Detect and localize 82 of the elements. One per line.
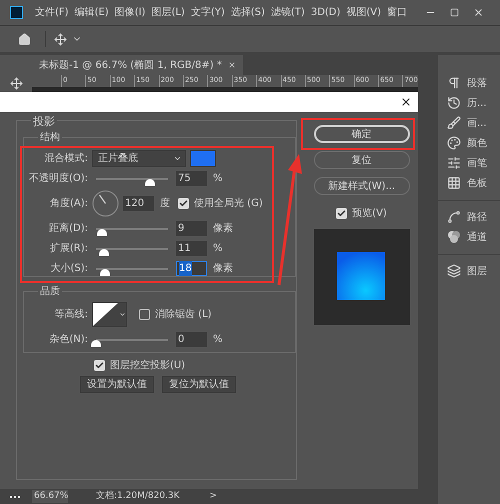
number-field[interactable]: 120: [123, 196, 154, 210]
default-value-button[interactable]: 复位为默认值: [162, 376, 236, 393]
field-label: 等高线:: [54, 308, 88, 322]
zoom-field[interactable]: 66.67%: [32, 490, 68, 504]
checkbox[interactable]: [139, 308, 150, 320]
move-tool-icon[interactable]: [10, 77, 22, 90]
checkbox[interactable]: [178, 198, 189, 208]
unit-label: %: [213, 172, 223, 186]
checkbox-label: 图层挖空投影(U): [110, 358, 186, 373]
menu-item[interactable]: 选择(S): [230, 5, 265, 20]
menu-item[interactable]: 文字(Y): [190, 5, 225, 20]
menu-item[interactable]: 窗口: [387, 5, 408, 20]
menu-item[interactable]: 3D(D): [310, 5, 340, 20]
layers-icon[interactable]: [447, 264, 461, 278]
checkbox[interactable]: [94, 360, 105, 371]
slider-thumb[interactable]: [100, 269, 110, 276]
palette-icon[interactable]: [447, 136, 461, 150]
document-info: 文档:1.20M/820.3K: [96, 490, 180, 503]
status-arrow[interactable]: >: [210, 490, 218, 504]
slider-thumb[interactable]: [98, 249, 109, 256]
document-tab[interactable]: 未标题-1 @ 66.7% (椭圆 1, RGB/8#) *: [32, 55, 243, 75]
dialog-button[interactable]: 新建样式(W)...: [314, 177, 410, 195]
checkbox-label: 使用全局光 (G): [194, 196, 263, 210]
menu-item[interactable]: 滤镜(T): [270, 5, 305, 20]
panel-label[interactable]: 画笔: [467, 156, 487, 170]
panel-label[interactable]: 颜色: [467, 136, 487, 150]
number-field[interactable]: 18: [176, 260, 207, 276]
slider-thumb[interactable]: [96, 229, 107, 236]
menu-item[interactable]: 图层(L): [151, 5, 185, 20]
menu-item[interactable]: 视图(V): [346, 5, 382, 20]
dialog-button[interactable]: 复位: [314, 151, 410, 169]
menu-item[interactable]: 编辑(E): [74, 5, 109, 20]
number-field[interactable]: 9: [176, 220, 207, 236]
color-swatch[interactable]: [190, 150, 216, 166]
menu-item[interactable]: 文件(F): [35, 5, 69, 20]
brush-tip-icon[interactable]: [447, 156, 461, 170]
panel-label[interactable]: 色板: [467, 176, 487, 190]
checkbox-label: 消除锯齿 (L): [155, 308, 212, 322]
number-field[interactable]: 75: [176, 170, 207, 186]
blend-mode-dropdown[interactable]: 正片叠底: [92, 150, 186, 166]
app-logo-icon: [10, 6, 23, 19]
checkbox[interactable]: [336, 208, 348, 219]
history-icon[interactable]: [447, 96, 461, 110]
unit-label: 像素: [213, 222, 233, 236]
paragraph-icon[interactable]: [447, 76, 461, 90]
panel-label[interactable]: 画...: [467, 116, 487, 130]
channels-icon[interactable]: [447, 230, 461, 244]
checkbox-label: 预览(V): [352, 207, 387, 221]
preview-swatch: [336, 252, 386, 302]
menu-item[interactable]: 图像(I): [114, 5, 146, 20]
brush-icon[interactable]: [447, 116, 461, 130]
panel-label[interactable]: 段落: [467, 76, 487, 90]
path-icon[interactable]: [447, 210, 461, 224]
slider-thumb[interactable]: [145, 179, 155, 186]
field-label: 角度(A):: [48, 196, 88, 210]
number-field[interactable]: 0: [176, 332, 207, 346]
default-value-button[interactable]: 设置为默认值: [80, 376, 154, 393]
field-label: 不透明度(O):: [28, 172, 88, 186]
move-tool-icon[interactable]: [54, 32, 67, 46]
field-label: 距离(D):: [48, 222, 88, 236]
unit-label: %: [213, 332, 223, 346]
field-label: 扩展(R):: [48, 242, 88, 256]
contour-curve-icon: [93, 302, 118, 326]
unit-label: 像素: [213, 262, 233, 276]
close-icon[interactable]: [400, 96, 412, 108]
grid-icon[interactable]: [447, 176, 461, 190]
panel-label[interactable]: 图层: [467, 264, 487, 278]
unit-label: 度: [160, 196, 170, 210]
field-label: 大小(S):: [49, 262, 88, 276]
panel-label[interactable]: 通道: [467, 230, 487, 244]
slider-thumb[interactable]: [91, 340, 101, 347]
unit-label: %: [213, 242, 223, 256]
number-field[interactable]: 11: [176, 240, 207, 256]
panel-label[interactable]: 历...: [467, 96, 487, 110]
field-label: 杂色(N):: [48, 332, 88, 346]
ok-button[interactable]: 确定: [314, 125, 410, 143]
maximize-icon[interactable]: [450, 8, 459, 17]
home-icon[interactable]: [18, 32, 31, 46]
panel-label[interactable]: 路径: [467, 210, 487, 224]
contour-picker[interactable]: [92, 302, 127, 326]
caret-icon: [118, 310, 126, 318]
field-label: 混合模式:: [44, 152, 88, 166]
